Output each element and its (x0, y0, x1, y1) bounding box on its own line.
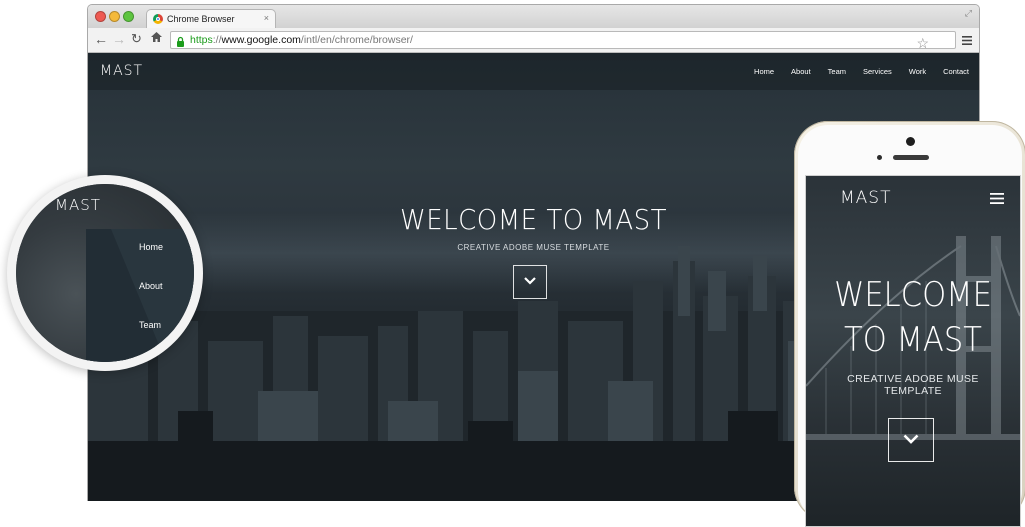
phone-hero-title: WELCOME TO MAST (817, 273, 1010, 363)
address-bar[interactable]: https://www.google.com/intl/en/chrome/br… (170, 31, 956, 52)
phone-hero-subtitle-line2: TEMPLATE (884, 385, 942, 397)
site-logo[interactable]: MAST (100, 63, 143, 79)
chevron-down-icon (524, 277, 536, 285)
reload-icon[interactable]: ↻ (131, 31, 142, 47)
home-icon[interactable] (150, 31, 163, 43)
mobile-menu-item-about[interactable]: About (139, 281, 163, 291)
fullscreen-icon[interactable]: ⤢ (965, 8, 972, 19)
tab-title: Chrome Browser (167, 14, 235, 24)
mobile-menu-magnifier: MAST Home About Team (7, 175, 203, 371)
phone-screen: MAST WELCOME TO MAST CREATIVE ADOBE MUSE… (805, 175, 1021, 527)
menu-icon[interactable] (962, 32, 972, 50)
back-icon[interactable]: ← (94, 31, 108, 47)
url-text: https://www.google.com/intl/en/chrome/br… (190, 34, 413, 46)
phone-mockup: MAST WELCOME TO MAST CREATIVE ADOBE MUSE… (794, 121, 1025, 527)
phone-sensor (877, 155, 882, 160)
tab-bar: Chrome Browser × ⤢ (88, 5, 979, 29)
minimize-window-button[interactable] (109, 11, 120, 22)
hamburger-menu-icon[interactable] (990, 193, 1004, 204)
phone-speaker (893, 155, 929, 160)
nav-about-link[interactable]: About (791, 67, 811, 76)
nav-services-link[interactable]: Services (863, 67, 892, 76)
mobile-menu-item-home[interactable]: Home (139, 242, 163, 252)
lock-icon (176, 34, 185, 52)
site-header: MAST Home About Team Services Work Conta… (88, 53, 979, 90)
phone-hero-title-line1: WELCOME (834, 275, 992, 315)
phone-hero-subtitle-line1: CREATIVE ADOBE MUSE (847, 373, 979, 385)
magnifier-logo: MAST (55, 196, 101, 214)
bookmark-star-icon[interactable]: ☆ (916, 35, 929, 51)
browser-tab[interactable]: Chrome Browser × (146, 9, 276, 29)
browser-toolbar: ← → ↻ https://www.google.com/intl/en/chr… (88, 28, 979, 53)
phone-logo[interactable]: MAST (840, 188, 891, 208)
forward-icon[interactable]: → (112, 31, 126, 47)
phone-scroll-down-button[interactable] (888, 418, 934, 462)
close-window-button[interactable] (95, 11, 106, 22)
site-nav: Home About Team Services Work Contact (754, 67, 969, 76)
nav-team-link[interactable]: Team (828, 67, 846, 76)
phone-hero-title-line2: TO MAST (844, 320, 982, 360)
mobile-menu-item-team[interactable]: Team (139, 320, 161, 330)
phone-face: MAST WELCOME TO MAST CREATIVE ADOBE MUSE… (798, 125, 1022, 527)
nav-contact-link[interactable]: Contact (943, 67, 969, 76)
magnifier-content: MAST Home About Team (16, 184, 194, 362)
nav-home-link[interactable]: Home (754, 67, 774, 76)
scroll-down-button[interactable] (513, 265, 547, 299)
phone-hero-subtitle: CREATIVE ADOBE MUSE TEMPLATE (826, 373, 1000, 397)
tab-close-icon[interactable]: × (264, 13, 269, 23)
nav-work-link[interactable]: Work (909, 67, 926, 76)
phone-camera (906, 137, 915, 146)
chrome-favicon-icon (153, 14, 163, 24)
zoom-window-button[interactable] (123, 11, 134, 22)
chevron-down-icon (903, 434, 919, 444)
